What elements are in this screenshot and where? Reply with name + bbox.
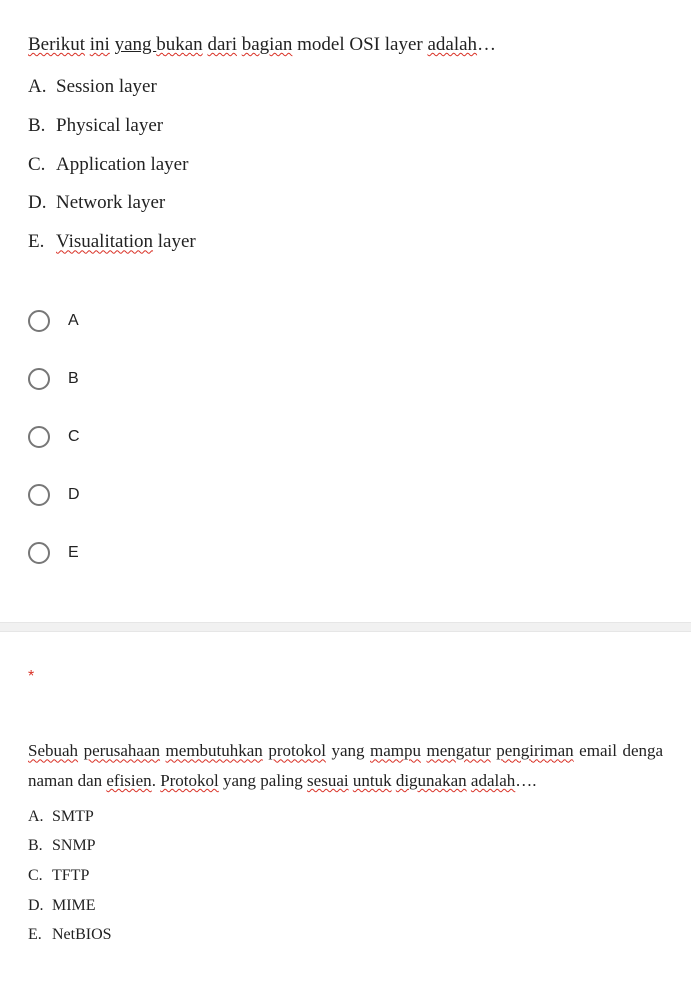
question-1-answer-list: A.Session layerB.Physical layerC.Applica… [28, 68, 663, 263]
answer-letter: E. [28, 920, 52, 950]
answer-letter: D. [28, 891, 52, 921]
radio-icon[interactable] [28, 310, 50, 332]
answer-text: NetBIOS [52, 920, 112, 950]
choice-label: A [68, 312, 79, 330]
answer-text: SNMP [52, 831, 96, 861]
choice-c[interactable]: C [28, 408, 663, 466]
answer-line: A.SMTP [28, 802, 663, 832]
answer-line: C.TFTP [28, 861, 663, 891]
answer-line: C.Application layer [28, 146, 663, 185]
radio-icon[interactable] [28, 426, 50, 448]
question-2-answer-list: A.SMTPB.SNMPC.TFTPD.MIMEE.NetBIOS [28, 802, 663, 950]
answer-letter: A. [28, 802, 52, 832]
answer-line: D.MIME [28, 891, 663, 921]
question-1-prompt: Berikut ini yang bukan dari bagian model… [28, 32, 663, 58]
answer-line: D.Network layer [28, 184, 663, 223]
question-2-prompt: Sebuah perusahaan membutuhkan protokol y… [28, 736, 663, 796]
answer-letter: C. [28, 146, 56, 185]
choice-d[interactable]: D [28, 466, 663, 524]
choice-b[interactable]: B [28, 350, 663, 408]
choice-label: C [68, 428, 80, 446]
choice-a[interactable]: A [28, 292, 663, 350]
answer-text: TFTP [52, 861, 89, 891]
choice-label: E [68, 544, 79, 562]
answer-letter: B. [28, 107, 56, 146]
radio-icon[interactable] [28, 484, 50, 506]
answer-text: Physical layer [56, 107, 163, 146]
answer-text: MIME [52, 891, 96, 921]
answer-text: Network layer [56, 184, 165, 223]
answer-line: E.Visualitation layer [28, 223, 663, 262]
answer-letter: B. [28, 831, 52, 861]
answer-line: E.NetBIOS [28, 920, 663, 950]
question-card-2: * Sebuah perusahaan membutuhkan protokol… [0, 632, 691, 989]
answer-line: A.Session layer [28, 68, 663, 107]
answer-text: Application layer [56, 146, 188, 185]
answer-text: SMTP [52, 802, 94, 832]
question-1-choice-group: A B C D E [28, 292, 663, 582]
answer-text: Session layer [56, 68, 157, 107]
choice-label: B [68, 370, 79, 388]
question-card-1: Berikut ini yang bukan dari bagian model… [0, 0, 691, 622]
required-asterisk: * [28, 660, 663, 686]
answer-line: B.Physical layer [28, 107, 663, 146]
choice-label: D [68, 486, 80, 504]
answer-letter: E. [28, 223, 56, 262]
answer-letter: C. [28, 861, 52, 891]
card-divider [0, 622, 691, 632]
answer-line: B.SNMP [28, 831, 663, 861]
answer-text: Visualitation layer [56, 223, 196, 262]
choice-e[interactable]: E [28, 524, 663, 582]
radio-icon[interactable] [28, 542, 50, 564]
radio-icon[interactable] [28, 368, 50, 390]
answer-letter: D. [28, 184, 56, 223]
answer-letter: A. [28, 68, 56, 107]
